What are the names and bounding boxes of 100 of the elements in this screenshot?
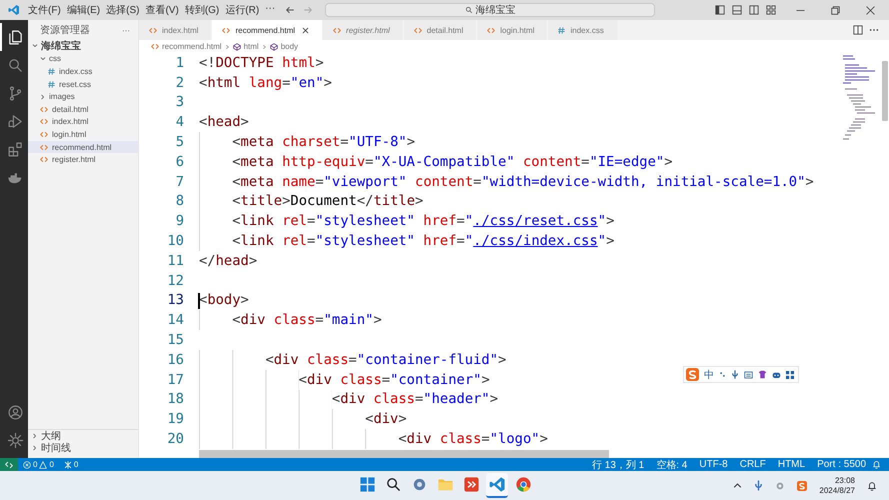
shirt-icon[interactable] — [758, 370, 767, 379]
sogou-logo-icon[interactable] — [797, 480, 808, 490]
editor-tab[interactable]: index.html — [139, 20, 212, 40]
code-line[interactable]: <div class="header"> — [332, 391, 498, 408]
file-tree-item[interactable]: reset.css — [28, 78, 138, 90]
file-tree-item[interactable]: index.html — [28, 116, 138, 128]
breadcrumb-item[interactable]: body — [270, 42, 298, 51]
status-item[interactable]: 行 13，列 1 — [586, 458, 650, 472]
warning-icon — [39, 460, 48, 468]
keyboard-icon[interactable] — [744, 370, 753, 378]
file-tree-item[interactable]: recommend.html — [28, 140, 138, 154]
command-search-field[interactable]: 海绵宝宝 — [325, 3, 656, 17]
split-editor-icon[interactable] — [853, 25, 863, 35]
file-tree-item[interactable]: images — [28, 90, 138, 103]
ports-indicator[interactable]: 0 — [58, 460, 84, 469]
code-line[interactable]: <meta http-equiv="X-UA-Compatible" content="IE=edge"> — [232, 154, 673, 170]
hash-icon — [558, 26, 566, 34]
problems-indicator[interactable]: 0 0 — [18, 460, 59, 469]
chevron-right-icon[interactable] — [40, 94, 46, 100]
close-icon[interactable] — [302, 26, 310, 34]
status-item[interactable]: HTML — [772, 459, 812, 470]
search-icon[interactable] — [6, 56, 24, 74]
menu-item[interactable]: 选择(S) — [106, 3, 140, 17]
file-tree-item[interactable]: register.html — [28, 153, 138, 166]
sogou-logo-icon[interactable] — [686, 368, 699, 381]
chevron-right-icon[interactable] — [32, 445, 38, 451]
punctuation-icon[interactable] — [719, 371, 726, 378]
editor-tab[interactable]: index.css — [548, 20, 618, 40]
code-line[interactable]: <body> — [199, 292, 249, 308]
settings-icon[interactable] — [6, 432, 24, 448]
breadcrumb-item[interactable]: recommend.html — [151, 42, 222, 51]
status-item[interactable]: CRLF — [734, 459, 772, 470]
code-line[interactable]: <div class="logo"> — [398, 431, 548, 448]
section-header[interactable]: 大纲 — [28, 430, 138, 442]
code-line[interactable]: <title>Document</title> — [232, 193, 424, 210]
editor-tab[interactable]: detail.html — [404, 20, 478, 40]
caret-up-icon[interactable] — [733, 481, 742, 490]
vertical-scrollbar[interactable] — [882, 61, 888, 121]
code-line[interactable]: <div> — [365, 411, 407, 428]
code-line[interactable]: <link rel="stylesheet" href="./css/reset.css"> — [232, 213, 614, 230]
run-debug-icon[interactable] — [6, 112, 24, 130]
file-tree-item[interactable]: css — [28, 52, 138, 66]
more-icon[interactable] — [869, 28, 879, 32]
antenna-icon — [64, 460, 72, 468]
robot-icon[interactable] — [772, 370, 781, 378]
code-line[interactable]: <head> — [199, 114, 249, 130]
code-line[interactable]: <meta charset="UTF-8"> — [232, 134, 415, 150]
remote-button[interactable] — [0, 458, 18, 471]
code-line[interactable]: <div class="main"> — [232, 312, 382, 328]
code-line[interactable]: <!DOCTYPE html> — [199, 54, 324, 71]
status-item[interactable]: UTF-8 — [693, 459, 734, 470]
chevron-right-icon[interactable] — [32, 433, 38, 439]
bell-icon[interactable] — [872, 460, 881, 469]
notification-bell-icon[interactable] — [867, 480, 877, 490]
code-line[interactable]: <html lang="en"> — [199, 74, 332, 91]
menu-item[interactable]: 转到(G) — [184, 3, 220, 17]
file-tree-item[interactable]: 海绵宝宝 — [28, 40, 138, 53]
back-arrow-icon[interactable] — [285, 5, 296, 15]
input-method-toolbar[interactable]: 中 — [683, 366, 799, 383]
chevron-down-icon[interactable] — [32, 43, 38, 50]
restore-icon[interactable] — [831, 6, 840, 14]
breadcrumb-item[interactable]: html — [232, 42, 259, 51]
code-line[interactable]: <link rel="stylesheet" href="./css/index.css"> — [232, 233, 614, 250]
layout-grid-icon[interactable] — [766, 5, 776, 15]
line-number: 20 — [166, 431, 184, 448]
file-tree-item[interactable]: login.html — [28, 128, 138, 141]
file-tree-item[interactable]: index.css — [28, 65, 138, 78]
menu-item[interactable]: 查看(V) — [145, 3, 179, 17]
chevron-down-icon[interactable] — [40, 56, 46, 62]
sidebar-toggle-icon[interactable] — [715, 5, 725, 15]
horizontal-scrollbar[interactable] — [199, 450, 609, 458]
explorer-title: 资源管理器 — [40, 24, 90, 37]
code-line[interactable]: <meta name="viewport" content="width=device-width, initial-scale=1.0"> — [232, 174, 814, 190]
microphone-icon[interactable] — [754, 480, 764, 491]
clock[interactable]: 23:08 2024/8/27 — [819, 476, 855, 496]
close-icon[interactable] — [866, 6, 875, 14]
microphone-icon[interactable] — [731, 370, 739, 379]
file-tree-item[interactable]: detail.html — [28, 102, 138, 116]
account-icon[interactable] — [6, 404, 24, 420]
menu-item[interactable]: 文件(F) — [28, 3, 61, 17]
menu-item[interactable]: 编辑(E) — [66, 3, 100, 17]
menu-item[interactable]: ··· — [265, 3, 276, 17]
editor-tab[interactable]: register.html — [323, 20, 404, 40]
code-line[interactable]: <div class="container-fluid"> — [265, 352, 506, 368]
code-line[interactable]: </head> — [199, 252, 258, 269]
more-actions[interactable]: ··· — [122, 26, 130, 34]
files-icon[interactable] — [6, 28, 24, 46]
line-number: 16 — [166, 352, 184, 368]
status-item[interactable]: 空格: 4 — [650, 458, 694, 472]
code-line[interactable]: <div class="container"> — [298, 372, 490, 388]
menu-item[interactable]: 运行(R) — [225, 3, 260, 17]
section-header[interactable]: 时间线 — [28, 442, 138, 454]
editor-tab[interactable]: login.html — [477, 20, 548, 40]
status-item[interactable]: Port : 5500 — [811, 459, 872, 470]
split-layout-icon[interactable] — [749, 5, 759, 15]
panel-toggle-icon[interactable] — [732, 5, 742, 15]
editor-tab[interactable]: recommend.html — [212, 20, 324, 40]
grid-icon[interactable] — [786, 370, 794, 378]
line-number: 4 — [174, 114, 184, 130]
extensions-icon[interactable] — [6, 140, 24, 158]
